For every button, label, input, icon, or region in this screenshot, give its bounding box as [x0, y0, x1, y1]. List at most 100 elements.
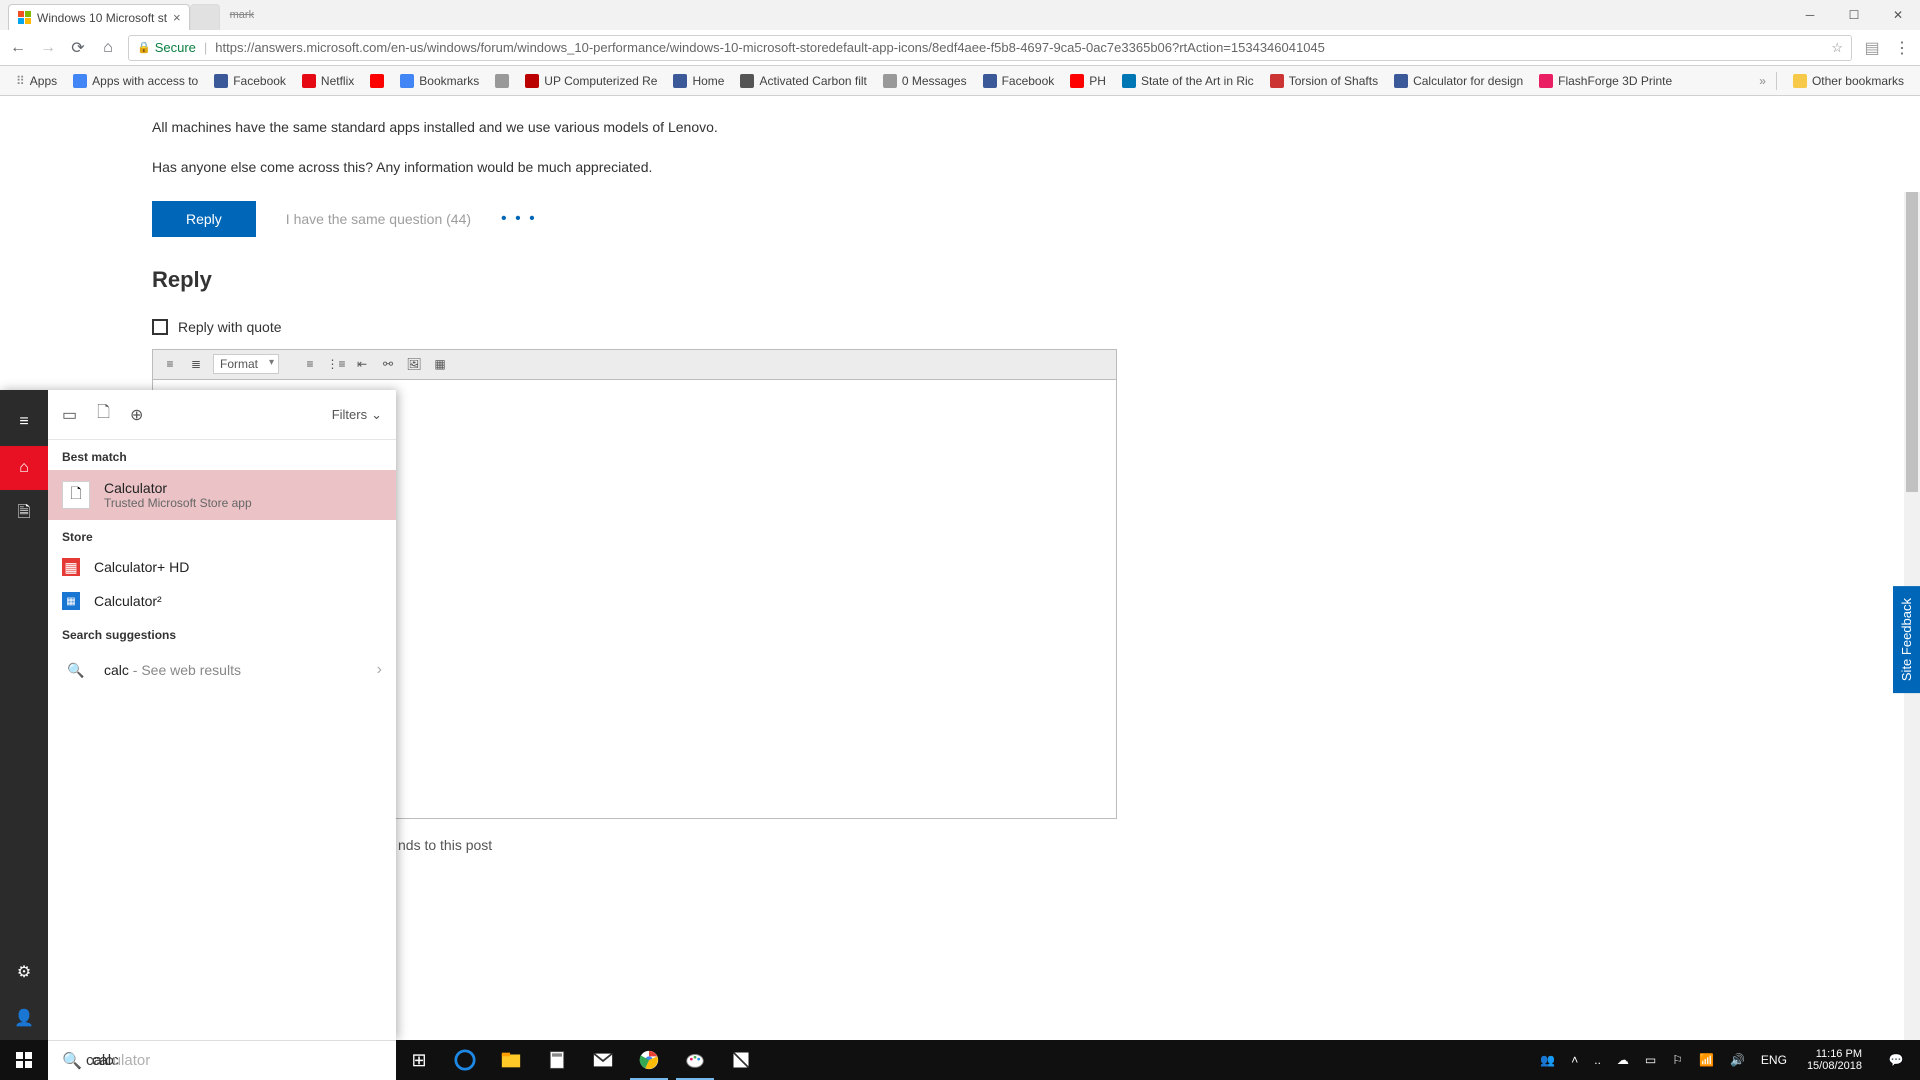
post-paragraph: Has anyone else come across this? Any in… — [152, 156, 1920, 178]
taskbar-app-icon[interactable] — [718, 1040, 764, 1080]
filters-dropdown[interactable]: Filters ⌄ — [332, 407, 382, 423]
post-paragraph: All machines have the same standard apps… — [152, 116, 1920, 138]
link-icon[interactable]: ⚯ — [377, 353, 399, 375]
reply-quote-label: Reply with quote — [178, 319, 282, 335]
bookmark-item[interactable]: PH — [1064, 72, 1112, 90]
tray-security-icon[interactable]: ⚐ — [1668, 1053, 1687, 1067]
scope-documents-icon[interactable]: 🗋 — [97, 401, 110, 428]
format-dropdown[interactable]: Format — [213, 354, 279, 374]
reply-quote-checkbox[interactable] — [152, 319, 168, 335]
bookmark-favicon-icon — [370, 74, 384, 88]
taskbar-chrome-icon[interactable] — [626, 1040, 672, 1080]
window-minimize-icon[interactable]: ─ — [1788, 0, 1832, 30]
bookmarks-overflow-icon[interactable]: » — [1759, 74, 1766, 88]
bookmark-item[interactable]: 0 Messages — [877, 72, 973, 90]
tab-title: Windows 10 Microsoft st — [37, 11, 167, 25]
extension-icon[interactable]: ▤ — [1862, 38, 1882, 58]
align-center-icon[interactable]: ≣ — [185, 353, 207, 375]
chrome-profile-badge[interactable]: mark — [220, 9, 264, 21]
store-label: Store — [48, 520, 396, 550]
image-icon[interactable]: 🖼 — [403, 353, 425, 375]
window-maximize-icon[interactable]: ☐ — [1832, 0, 1876, 30]
tab-close-icon[interactable]: × — [173, 10, 181, 25]
scope-web-icon[interactable]: ⊕ — [130, 405, 143, 425]
suggestions-label: Search suggestions — [48, 618, 396, 648]
start-button[interactable] — [0, 1040, 48, 1080]
rail-documents-icon[interactable]: 🗎 — [0, 492, 48, 536]
bookmark-item[interactable]: Facebook — [977, 72, 1061, 90]
bookmark-item[interactable]: FlashForge 3D Printe — [1533, 72, 1678, 90]
bookmark-item[interactable] — [364, 72, 390, 90]
chrome-menu-icon[interactable]: ⋮ — [1892, 38, 1912, 58]
rail-menu-icon[interactable]: ≡ — [0, 400, 48, 444]
number-list-icon[interactable]: ⋮≡ — [325, 353, 347, 375]
rail-settings-icon[interactable]: ⚙ — [0, 950, 48, 994]
bookmark-item[interactable]: Netflix — [296, 72, 360, 90]
bookmark-item[interactable]: State of the Art in Ric — [1116, 72, 1260, 90]
tray-action-center-icon[interactable]: 💬 — [1878, 1053, 1914, 1067]
nav-back-icon[interactable]: ← — [8, 39, 28, 57]
bookmark-item[interactable] — [489, 72, 515, 90]
tray-onedrive-icon[interactable]: ☁ — [1613, 1053, 1633, 1067]
apps-button[interactable]: ⠿Apps — [10, 72, 63, 90]
bullet-list-icon[interactable]: ≡ — [299, 353, 321, 375]
bookmark-item[interactable]: Activated Carbon filt — [734, 72, 872, 90]
taskbar-calculator-icon[interactable] — [534, 1040, 580, 1080]
nav-reload-icon[interactable]: ⟳ — [68, 38, 88, 58]
same-question-link[interactable]: I have the same question (44) — [286, 211, 471, 227]
browser-tab-active[interactable]: Windows 10 Microsoft st × — [8, 4, 190, 30]
bookmark-favicon-icon — [1070, 74, 1084, 88]
bookmark-item[interactable]: Torsion of Shafts — [1264, 72, 1384, 90]
truncated-text: nds to this post — [398, 837, 1920, 853]
tray-battery-icon[interactable]: ▭ — [1641, 1053, 1660, 1067]
bookmark-item[interactable]: Calculator for design — [1388, 72, 1529, 90]
editor-toolbar: ≡ ≣ Format ≡ ⋮≡ ⇤ ⚯ 🖼 ▦ — [152, 349, 1117, 379]
tray-clock[interactable]: 11:16 PM 15/08/2018 — [1799, 1048, 1870, 1072]
bookmark-favicon-icon — [883, 74, 897, 88]
tray-people-icon[interactable]: 👥 — [1536, 1053, 1559, 1067]
cortana-search-box[interactable]: 🔍 calculator — [48, 1040, 396, 1080]
rail-home-icon[interactable]: ⌂ — [0, 446, 48, 490]
result-store-calc-hd[interactable]: ▦ Calculator+ HD — [48, 550, 396, 584]
table-icon[interactable]: ▦ — [429, 353, 451, 375]
bookmark-item[interactable]: Home — [667, 72, 730, 90]
more-actions-icon[interactable]: • • • — [501, 210, 537, 228]
search-input[interactable] — [92, 1052, 382, 1069]
bookmark-item[interactable]: Apps with access to — [67, 72, 204, 90]
bookmark-star-icon[interactable]: ☆ — [1831, 40, 1843, 56]
other-bookmarks[interactable]: Other bookmarks — [1787, 72, 1910, 90]
nav-home-icon[interactable]: ⌂ — [98, 39, 118, 57]
new-tab-button[interactable] — [190, 4, 220, 30]
taskbar-mail-icon[interactable] — [580, 1040, 626, 1080]
bookmark-favicon-icon — [1539, 74, 1553, 88]
start-search-panel: ≡ ⌂ 🗎 ⚙ 👤 ▭ 🗋 ⊕ Filters ⌄ Best match 🗋 C… — [0, 390, 396, 1040]
omnibox[interactable]: Secure | https://answers.microsoft.com/e… — [128, 35, 1852, 61]
taskbar-paint-icon[interactable] — [672, 1040, 718, 1080]
tray-app-icon[interactable]: .. — [1590, 1053, 1605, 1067]
rail-power-icon[interactable]: 👤 — [0, 996, 48, 1040]
result-web-suggest[interactable]: 🔍 calc - See web results › — [48, 648, 396, 692]
reply-button[interactable]: Reply — [152, 201, 256, 237]
site-feedback-button[interactable]: Site Feedback — [1893, 586, 1920, 693]
store-app-icon: ▦ — [62, 558, 80, 576]
bookmark-item[interactable]: Facebook — [208, 72, 292, 90]
address-bar: ← → ⟳ ⌂ Secure | https://answers.microso… — [0, 30, 1920, 66]
tray-language[interactable]: ENG — [1757, 1053, 1791, 1067]
tray-volume-icon[interactable]: 🔊 — [1726, 1053, 1749, 1067]
window-close-icon[interactable]: ✕ — [1876, 0, 1920, 30]
url-text: https://answers.microsoft.com/en-us/wind… — [215, 40, 1325, 55]
bookmark-favicon-icon — [302, 74, 316, 88]
outdent-icon[interactable]: ⇤ — [351, 353, 373, 375]
taskbar-explorer-icon[interactable] — [488, 1040, 534, 1080]
bookmark-item[interactable]: UP Computerized Re — [519, 72, 663, 90]
result-store-calc2[interactable]: ▦ Calculator² — [48, 584, 396, 618]
tray-wifi-icon[interactable]: 📶 — [1695, 1053, 1718, 1067]
result-calculator[interactable]: 🗋 Calculator Trusted Microsoft Store app — [48, 470, 396, 520]
tray-chevron-up-icon[interactable]: ˄ — [1567, 1053, 1582, 1067]
bookmark-item[interactable]: Bookmarks — [394, 72, 485, 90]
taskbar-edge-icon[interactable] — [442, 1040, 488, 1080]
scope-apps-icon[interactable]: ▭ — [62, 405, 77, 425]
bookmark-favicon-icon — [525, 74, 539, 88]
align-left-icon[interactable]: ≡ — [159, 353, 181, 375]
task-view-icon[interactable]: ⊞ — [396, 1040, 442, 1080]
